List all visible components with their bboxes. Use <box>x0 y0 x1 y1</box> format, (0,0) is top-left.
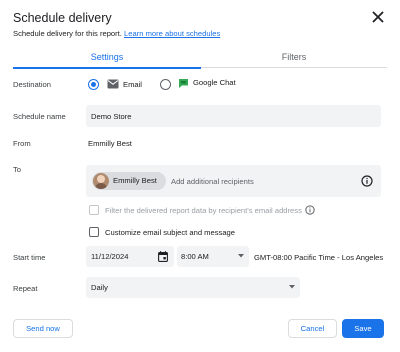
start-time-label: Start time <box>13 253 46 262</box>
save-button[interactable]: Save <box>342 319 384 338</box>
chevron-down-icon <box>238 254 244 258</box>
calendar-icon[interactable] <box>158 251 168 262</box>
google-chat-radio[interactable] <box>160 79 171 90</box>
customize-email-checkbox[interactable] <box>89 227 99 237</box>
timezone-value[interactable]: GMT-08:00 Pacific Time - Los Angeles <box>254 253 383 262</box>
recipient-chip-label: Emmilly Best <box>113 176 157 185</box>
schedule-name-input[interactable]: Demo Store <box>86 105 381 127</box>
info-icon[interactable] <box>305 205 315 215</box>
start-date-input[interactable]: 11/12/2024 <box>86 246 174 267</box>
email-option-label: Email <box>123 80 142 89</box>
schedule-name-value: Demo Store <box>91 112 132 121</box>
subtitle-text: Schedule delivery for this report. <box>13 29 122 38</box>
repeat-label: Repeat <box>13 284 38 293</box>
to-label: To <box>13 165 22 174</box>
cancel-button[interactable]: Cancel <box>288 319 337 338</box>
customize-email-label: Customize email subject and message <box>105 228 235 237</box>
tab-settings[interactable]: Settings <box>13 46 201 69</box>
from-value: Emmilly Best <box>88 139 132 148</box>
destination-label: Destination <box>13 80 51 89</box>
schedule-name-label: Schedule name <box>13 112 66 121</box>
learn-more-link[interactable]: Learn more about schedules <box>124 29 220 38</box>
send-now-button[interactable]: Send now <box>13 319 73 338</box>
chevron-down-icon <box>289 285 295 289</box>
recipients-placeholder: Add additional recipients <box>171 177 254 186</box>
repeat-value: Daily <box>91 283 108 292</box>
start-time-value: 8:00 AM <box>181 252 209 261</box>
email-icon <box>107 79 119 89</box>
from-label: From <box>13 139 31 148</box>
google-chat-icon <box>179 79 188 88</box>
dialog-title: Schedule delivery <box>13 11 112 25</box>
tab-bar: Settings Filters <box>13 46 387 69</box>
info-icon[interactable] <box>361 175 373 187</box>
avatar <box>93 173 109 189</box>
repeat-select[interactable]: Daily <box>86 277 300 298</box>
filter-by-email-checkbox[interactable] <box>89 205 99 215</box>
google-chat-option-label: Google Chat <box>193 78 236 87</box>
close-icon[interactable] <box>370 9 386 25</box>
recipient-chip[interactable]: Emmilly Best <box>92 172 166 190</box>
start-date-value: 11/12/2024 <box>91 252 129 261</box>
start-time-select[interactable]: 8:00 AM <box>177 246 249 267</box>
schedule-delivery-dialog: Schedule delivery Schedule delivery for … <box>0 0 400 352</box>
dialog-subtitle: Schedule delivery for this report. Learn… <box>13 29 220 38</box>
email-radio[interactable] <box>88 79 99 90</box>
filter-by-email-label: Filter the delivered report data by reci… <box>105 206 302 215</box>
tab-filters[interactable]: Filters <box>201 46 387 68</box>
